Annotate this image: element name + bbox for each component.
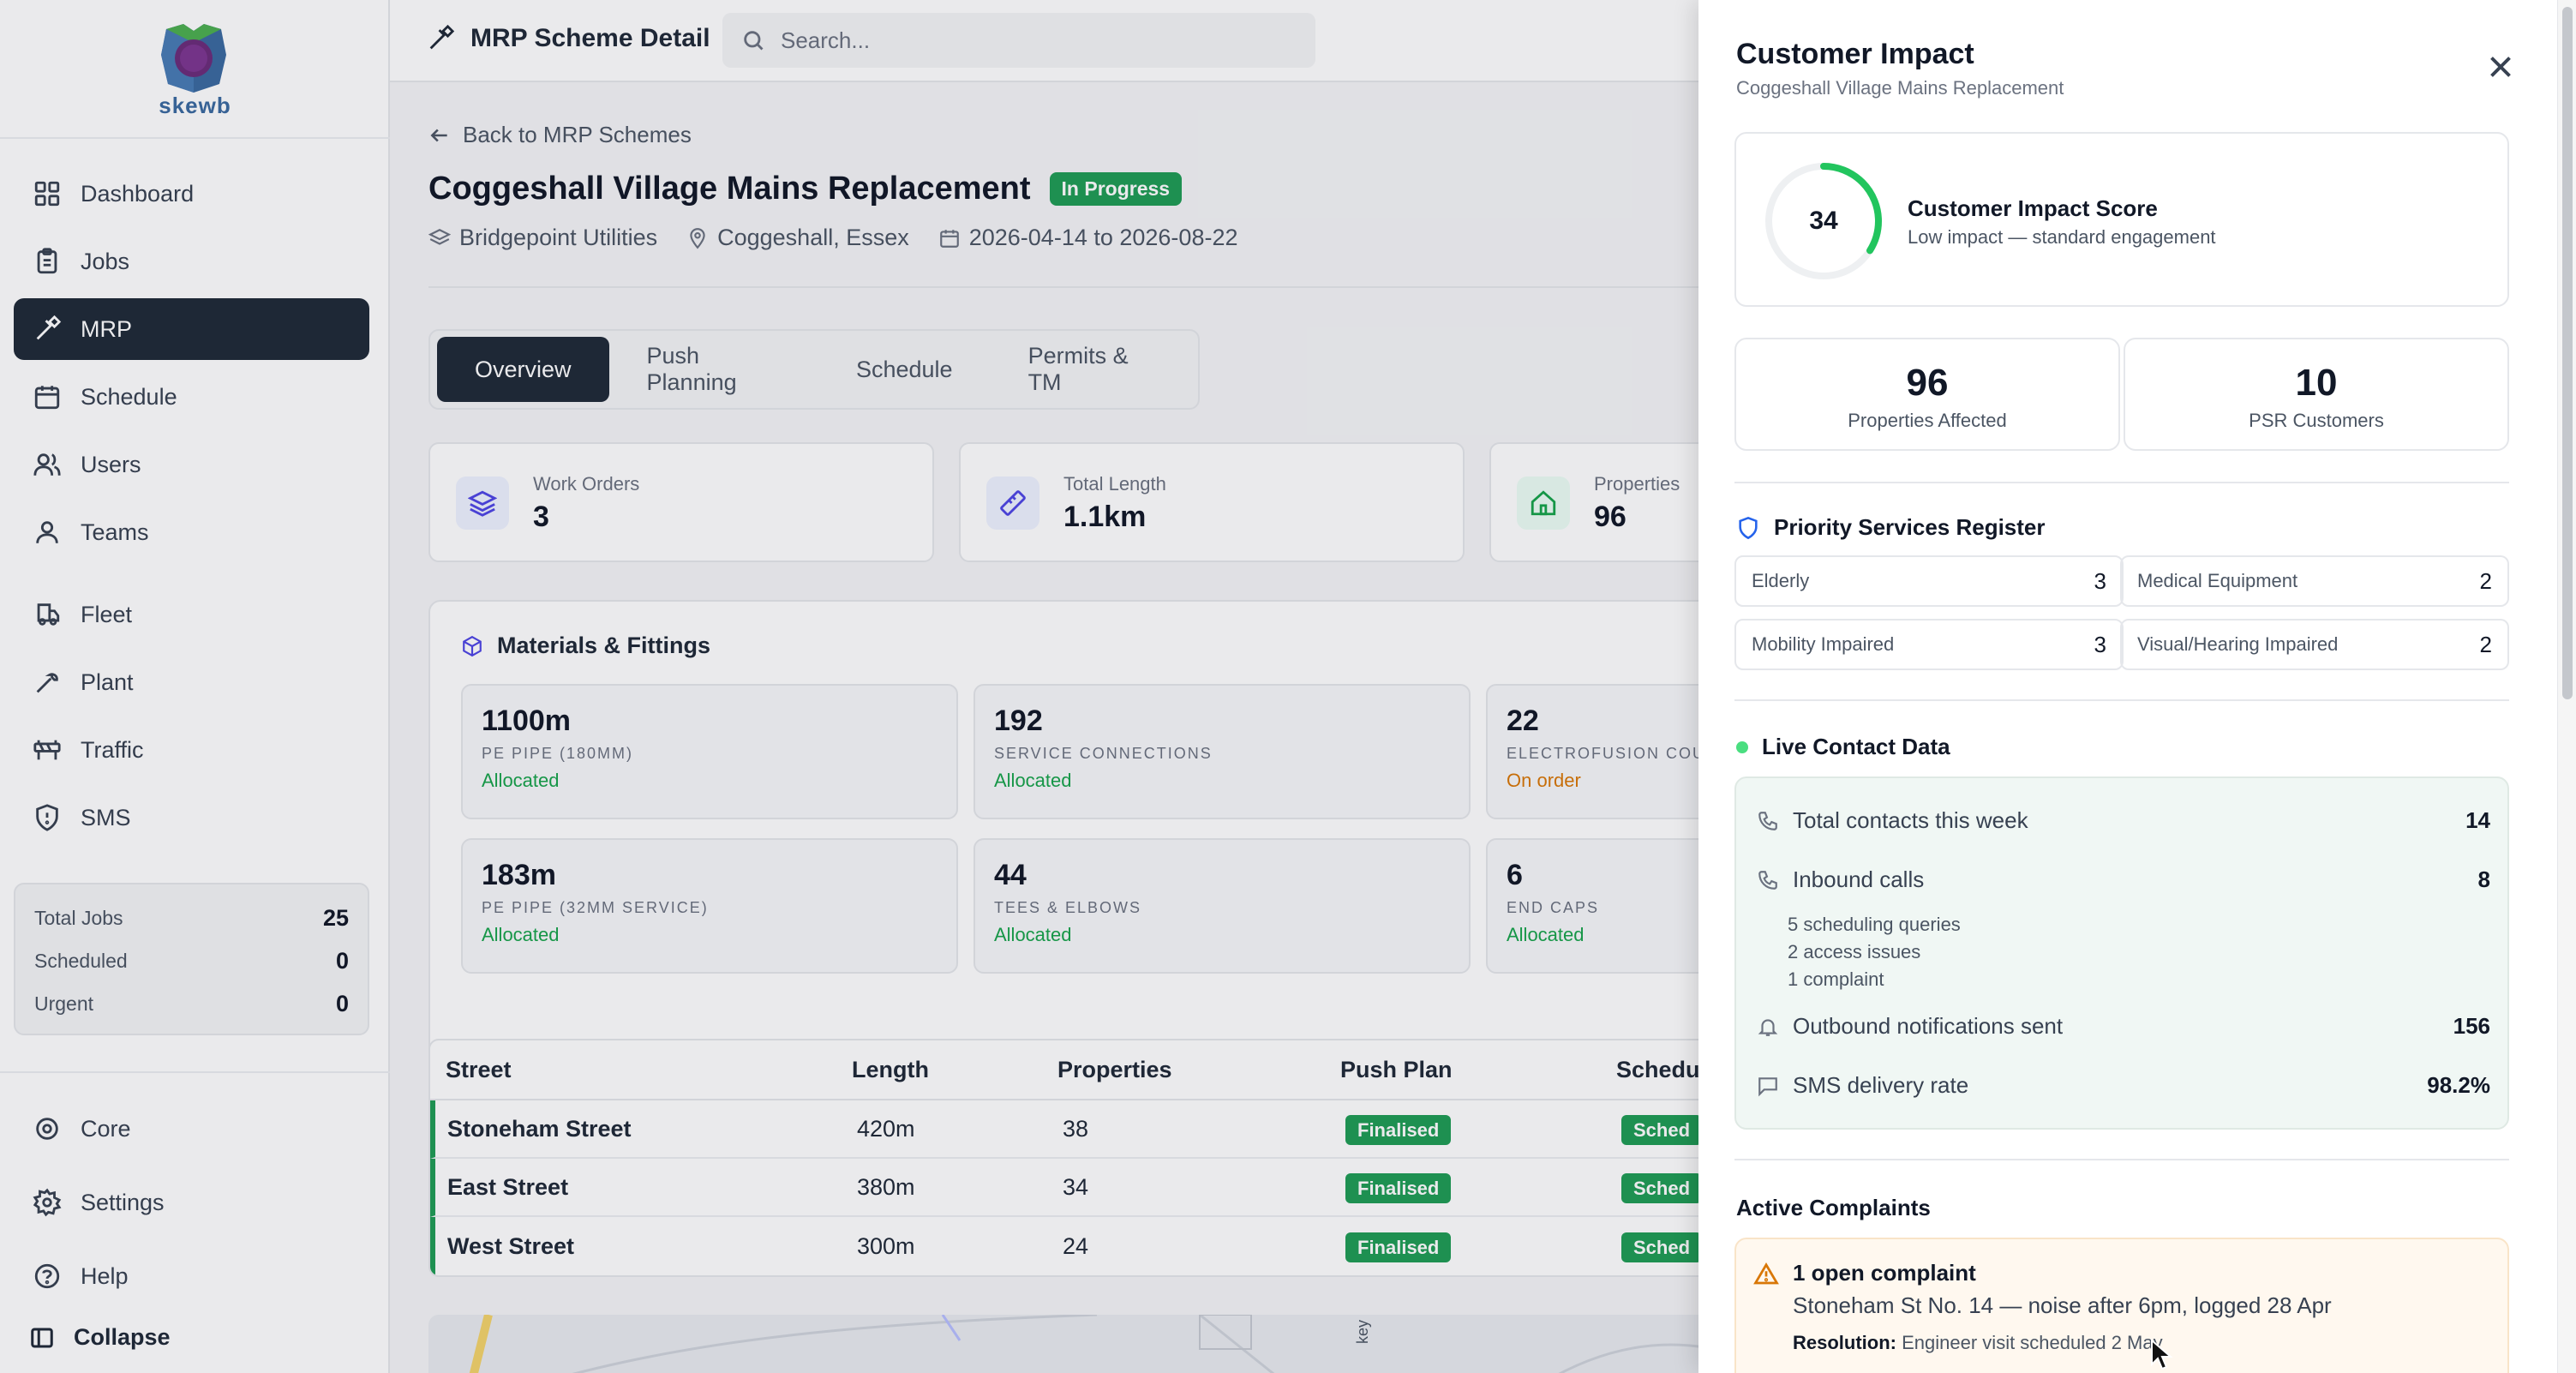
psr-label: Visual/Hearing Impaired bbox=[2137, 633, 2339, 655]
complaint-detail: Stoneham St No. 14 — noise after 6pm, lo… bbox=[1793, 1292, 2332, 1318]
contact-row-outbound: Outbound notifications sent 156 bbox=[1757, 1013, 2490, 1040]
message-icon bbox=[1758, 1076, 1777, 1096]
contact-value: 8 bbox=[2477, 866, 2490, 892]
psr-section-title: Priority Services Register bbox=[1736, 514, 2046, 541]
contact-value: 14 bbox=[2465, 807, 2490, 833]
psr-title: Priority Services Register bbox=[1774, 514, 2046, 540]
psr-item: Mobility Impaired 3 bbox=[1734, 619, 2124, 670]
psr-label: Elderly bbox=[1752, 570, 1810, 591]
customer-impact-drawer: Customer Impact Coggeshall Village Mains… bbox=[1698, 0, 2576, 1373]
resolution-label: Resolution: bbox=[1793, 1332, 1896, 1353]
contact-label-wrap: SMS delivery rate bbox=[1757, 1072, 1968, 1099]
contact-label: Inbound calls bbox=[1793, 866, 1925, 892]
psr-value: 2 bbox=[2479, 567, 2492, 594]
warning-icon-wrap bbox=[1753, 1262, 1779, 1287]
mouse-cursor-icon bbox=[2151, 1338, 2173, 1370]
divider bbox=[1734, 482, 2509, 483]
stat-label: Properties Affected bbox=[1848, 410, 2007, 431]
contact-label-wrap: Total contacts this week bbox=[1757, 807, 2028, 834]
score-value: 34 bbox=[1809, 207, 1838, 235]
psr-label: Medical Equipment bbox=[2137, 570, 2298, 591]
psr-item: Elderly 3 bbox=[1734, 555, 2124, 607]
bell-icon bbox=[1758, 1018, 1778, 1036]
stat-value: 96 bbox=[1906, 362, 1949, 404]
score-title: Customer Impact Score bbox=[1908, 195, 2158, 221]
contact-label: SMS delivery rate bbox=[1793, 1072, 1969, 1098]
inbound-breakdown-item: 5 scheduling queries bbox=[1788, 914, 1961, 935]
complaint-resolution: Resolution: Engineer visit scheduled 2 M… bbox=[1793, 1332, 2163, 1354]
contact-label: Total contacts this week bbox=[1793, 807, 2028, 833]
contact-label: Outbound notifications sent bbox=[1793, 1013, 2064, 1039]
drawer-title: Customer Impact bbox=[1736, 38, 1974, 70]
close-icon bbox=[2490, 57, 2511, 77]
phone-icon bbox=[1758, 870, 1777, 890]
stat-label: PSR Customers bbox=[2249, 410, 2384, 431]
phone-icon bbox=[1758, 811, 1777, 830]
stat-value: 10 bbox=[2295, 362, 2338, 404]
contact-row-inbound: Inbound calls 8 bbox=[1757, 866, 2490, 893]
contact-section-title: Live Contact Data bbox=[1736, 734, 1950, 760]
scrollbar-thumb[interactable] bbox=[2562, 7, 2573, 699]
contact-title: Live Contact Data bbox=[1762, 734, 1950, 759]
live-contact-card: Total contacts this week 14 Inbound call… bbox=[1734, 776, 2509, 1130]
psr-value: 2 bbox=[2479, 631, 2492, 657]
score-description: Low impact — standard engagement bbox=[1908, 226, 2216, 248]
properties-affected-card: 96 Properties Affected bbox=[1734, 338, 2120, 451]
contact-row-total: Total contacts this week 14 bbox=[1757, 807, 2490, 834]
inbound-breakdown-item: 1 complaint bbox=[1788, 968, 1884, 990]
complaint-card[interactable]: 1 open complaint Stoneham St No. 14 — no… bbox=[1734, 1238, 2509, 1373]
psr-item: Visual/Hearing Impaired 2 bbox=[2120, 619, 2509, 670]
drawer-scrollbar[interactable] bbox=[2557, 0, 2576, 1373]
psr-value: 3 bbox=[2094, 631, 2106, 657]
shield-icon bbox=[1739, 516, 1758, 539]
contact-row-sms: SMS delivery rate 98.2% bbox=[1757, 1072, 2490, 1099]
psr-value: 3 bbox=[2094, 567, 2106, 594]
psr-item: Medical Equipment 2 bbox=[2120, 555, 2509, 607]
impact-score-card: 34 Customer Impact Score Low impact — st… bbox=[1734, 132, 2509, 307]
contact-value: 156 bbox=[2453, 1013, 2490, 1039]
inbound-breakdown-item: 2 access issues bbox=[1788, 941, 1921, 962]
contact-label-wrap: Outbound notifications sent bbox=[1757, 1013, 2063, 1040]
divider bbox=[1734, 1159, 2509, 1160]
contact-label-wrap: Inbound calls bbox=[1757, 866, 1924, 893]
modal-backdrop[interactable] bbox=[0, 0, 1698, 1373]
psr-customers-card: 10 PSR Customers bbox=[2124, 338, 2509, 451]
divider bbox=[1734, 699, 2509, 701]
live-status-dot bbox=[1736, 740, 1748, 753]
contact-value: 98.2% bbox=[2427, 1072, 2490, 1098]
complaint-headline: 1 open complaint bbox=[1793, 1260, 1976, 1286]
complaints-section-title: Active Complaints bbox=[1736, 1195, 1931, 1220]
resolution-text: Engineer visit scheduled 2 May bbox=[1902, 1332, 2163, 1353]
psr-label: Mobility Impaired bbox=[1752, 633, 1895, 655]
close-button[interactable] bbox=[2485, 51, 2516, 82]
warning-icon bbox=[1753, 1262, 1779, 1285]
drawer-subtitle: Coggeshall Village Mains Replacement bbox=[1736, 77, 2064, 99]
